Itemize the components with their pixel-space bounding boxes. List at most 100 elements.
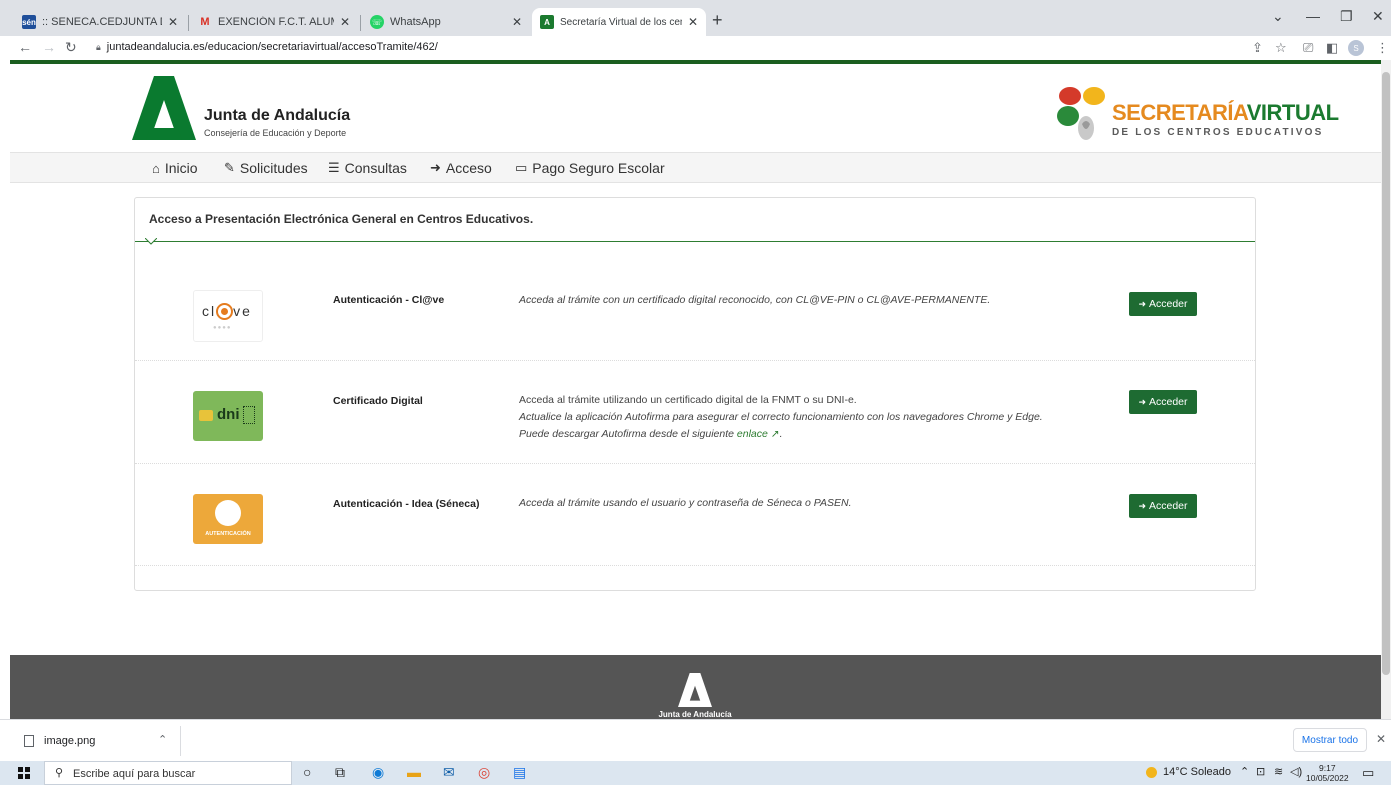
windows-start-icon[interactable] [18, 767, 30, 779]
wifi-icon[interactable]: ≋ [1274, 765, 1283, 778]
row-description: Acceda al trámite utilizando un certific… [519, 394, 1043, 440]
file-explorer-icon[interactable]: ▬ [407, 764, 421, 780]
tab-seneca[interactable]: sén :: SENECA.CEDJUNTA DE ANDALU ✕ [14, 8, 186, 36]
page-viewport: Junta de Andalucía Consejería de Educaci… [0, 60, 1391, 719]
autenticacion-logo: AUTENTICACIÓN [193, 494, 263, 544]
sign-in-icon: ➜ [1138, 396, 1146, 407]
nav-pago-seguro[interactable]: ▭ Pago Seguro Escolar [515, 160, 665, 176]
autofirma-download-link[interactable]: enlace [737, 428, 768, 440]
back-icon[interactable]: ← [18, 39, 32, 55]
clave-at-icon [216, 302, 234, 320]
footer-org-name: Junta de Andalucía [658, 710, 732, 719]
profile-avatar[interactable]: S [1348, 40, 1364, 56]
forward-icon[interactable]: → [42, 39, 56, 55]
browser-tab-bar: sén :: SENECA.CEDJUNTA DE ANDALU ✕ M EXE… [0, 0, 1391, 36]
chevron-up-icon[interactable]: ⌃ [1240, 765, 1249, 778]
document-icon[interactable]: ▤ [513, 764, 526, 781]
network-icon[interactable]: ⊡ [1256, 765, 1265, 778]
row-description: Acceda al trámite con un certificado dig… [519, 294, 991, 306]
row-name: Certificado Digital [333, 395, 423, 407]
list-item: AUTENTICACIÓN Autenticación - Idea (Séne… [135, 464, 1255, 566]
mail-icon[interactable]: ✉ [443, 764, 455, 781]
row-name: Autenticación - Idea (Séneca) [333, 498, 480, 510]
downloads-bar: image.png ⌃ Mostrar todo ✕ [0, 719, 1391, 761]
row-description: Acceda al trámite usando el usuario y co… [519, 497, 852, 509]
taskbar-search-input[interactable]: ⚲ Escribe aquí para buscar [44, 761, 292, 785]
file-icon [24, 735, 34, 747]
junta-andalucia-logo[interactable] [132, 76, 196, 140]
row-name: Autenticación - Cl@ve [333, 294, 445, 306]
acceder-clave-button[interactable]: ➜ Acceder [1129, 292, 1197, 316]
close-icon[interactable]: ✕ [512, 15, 522, 29]
cast-icon[interactable]: ⎚ [1303, 40, 1313, 56]
user-icon [215, 500, 241, 526]
secretaria-virtual-subtitle: DE LOS CENTROS EDUCATIVOS [1112, 127, 1324, 138]
chip-icon [199, 410, 213, 421]
restore-icon[interactable]: ❐ [1340, 8, 1353, 25]
scrollbar[interactable] [1381, 60, 1391, 719]
nav-consultas[interactable]: ☰ Consultas [328, 160, 407, 176]
junta-icon: A [540, 15, 554, 29]
tab-separator [360, 15, 361, 31]
chevron-down-icon[interactable]: ⌄ [1272, 8, 1284, 25]
secretaria-virtual-logo[interactable] [1056, 84, 1112, 144]
chrome-icon[interactable]: ◎ [478, 764, 490, 781]
task-view-icon[interactable]: ⧉ [335, 764, 345, 781]
pencil-icon: ✎ [224, 160, 235, 175]
grid-icon [243, 406, 255, 424]
show-all-button[interactable]: Mostrar todo [1293, 728, 1367, 752]
close-icon[interactable]: ✕ [340, 15, 350, 29]
lock-icon: 🔒︎ [96, 42, 101, 52]
share-icon[interactable]: ⇪ [1252, 40, 1263, 56]
minimize-icon[interactable]: — [1306, 8, 1320, 24]
weather-widget[interactable]: 14°C Soleado [1146, 766, 1231, 778]
dots-icon: ●●●● [213, 325, 232, 331]
download-file-name[interactable]: image.png [44, 735, 95, 747]
sun-icon [1146, 766, 1157, 778]
nav-acceso[interactable]: ➜ Acceso [430, 160, 492, 176]
secretaria-virtual-title: SECRETARÍAVIRTUAL [1112, 100, 1339, 125]
side-panel-icon[interactable]: ◧ [1326, 40, 1338, 56]
address-bar: ← → ↻ 🔒︎ juntadeandalucia.es/educacion/se… [0, 36, 1391, 60]
dni-logo: dni [193, 391, 263, 441]
tab-whatsapp[interactable]: ☏ WhatsApp ✕ [362, 8, 530, 36]
acceder-idea-button[interactable]: ➜ Acceder [1129, 494, 1197, 518]
close-icon[interactable]: ✕ [1376, 732, 1386, 746]
sign-in-icon: ➜ [1138, 500, 1146, 511]
search-icon: ⚲ [55, 767, 64, 779]
list-item: cl ve ●●●● Autenticación - Cl@ve Acceda a… [135, 242, 1255, 361]
close-icon[interactable]: ✕ [168, 15, 178, 29]
junta-andalucia-logo [678, 673, 712, 707]
new-tab-button[interactable]: + [712, 10, 723, 31]
chevron-up-icon[interactable]: ⌃ [158, 733, 167, 746]
whatsapp-icon: ☏ [370, 15, 384, 29]
reload-icon[interactable]: ↻ [65, 39, 77, 56]
taskbar-clock[interactable]: 9:17 10/05/2022 [1306, 763, 1349, 783]
list-icon: ☰ [328, 160, 340, 175]
site-footer: Junta de Andalucía [10, 655, 1381, 719]
tab-separator [188, 15, 189, 31]
scrollbar-thumb[interactable] [1382, 72, 1390, 675]
tab-gmail[interactable]: M EXENCIÓN F.C.T. ALUMNADO CI ✕ [190, 8, 358, 36]
close-window-icon[interactable]: ✕ [1372, 8, 1384, 25]
cortana-icon[interactable]: ○ [303, 764, 311, 780]
menu-icon[interactable]: ⋮ [1376, 40, 1389, 56]
sign-in-icon: ➜ [430, 160, 441, 175]
external-link-icon: ↗ [767, 428, 780, 440]
acceder-certificado-button[interactable]: ➜ Acceder [1129, 390, 1197, 414]
url-field[interactable]: 🔒︎ juntadeandalucia.es/educacion/secretar… [96, 41, 438, 53]
nav-solicitudes[interactable]: ✎ Solicitudes [224, 160, 308, 176]
nav-inicio[interactable]: ⌂ Inicio [152, 160, 198, 176]
close-icon[interactable]: ✕ [688, 15, 698, 29]
tab-secretaria-virtual[interactable]: A Secretaría Virtual de los centros e ✕ [532, 8, 706, 36]
panel-title: Acceso a Presentación Electrónica Genera… [149, 212, 534, 226]
volume-icon[interactable]: ◁) [1290, 765, 1302, 778]
gmail-icon: M [200, 16, 210, 28]
star-icon[interactable]: ☆ [1275, 40, 1287, 56]
edge-icon[interactable]: ◉ [372, 764, 384, 781]
org-name: Junta de Andalucía [204, 107, 351, 124]
notifications-icon[interactable]: ▭ [1362, 765, 1374, 781]
seneca-icon: sén [22, 15, 36, 29]
windows-taskbar: ⚲ Escribe aquí para buscar ○ ⧉ ◉ ▬ ✉ ◎ ▤… [0, 761, 1391, 785]
access-panel: Acceso a Presentación Electrónica Genera… [134, 197, 1256, 591]
